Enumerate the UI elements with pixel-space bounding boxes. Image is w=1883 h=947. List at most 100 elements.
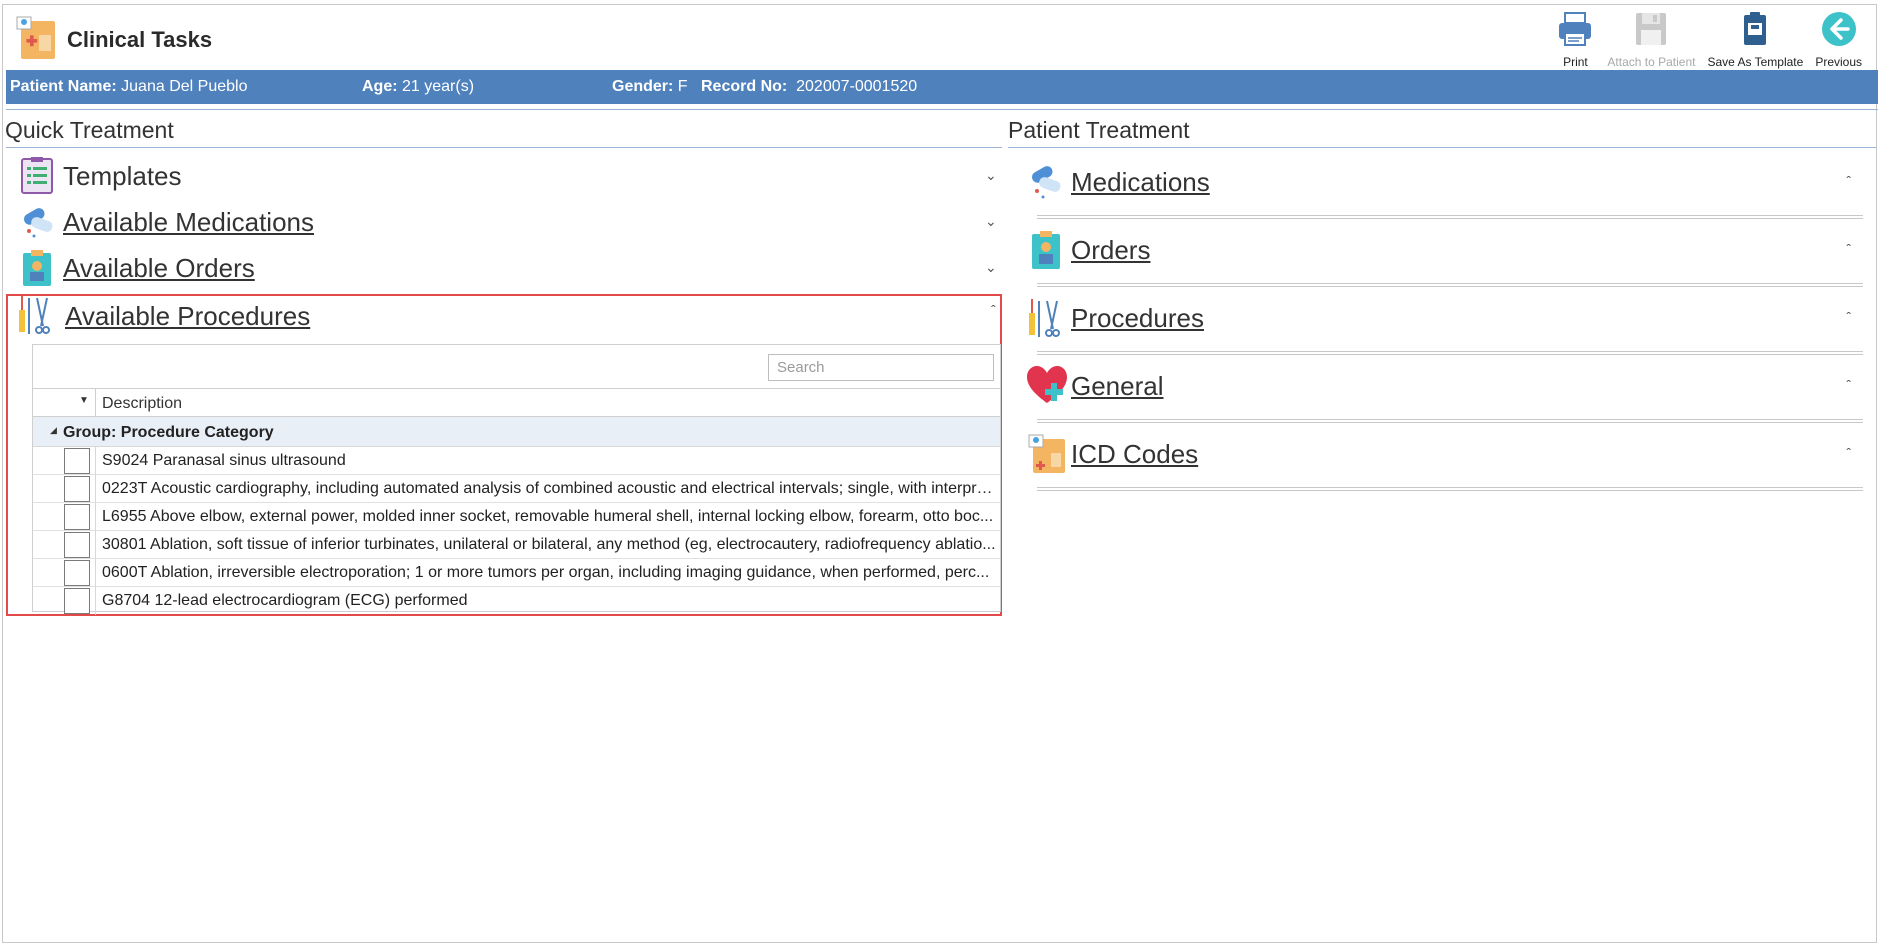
row-checkbox[interactable] xyxy=(64,448,90,474)
save-as-template-button[interactable]: Save As Template xyxy=(1701,9,1809,69)
available-medications-link[interactable]: Available Medications xyxy=(63,207,314,238)
divider xyxy=(95,559,96,587)
available-orders-link[interactable]: Available Orders xyxy=(63,253,255,284)
patient-treatment-title: Patient Treatment xyxy=(1008,117,1190,143)
app-header: Clinical Tasks Print Attach to Patient S… xyxy=(3,5,1876,69)
surgical-tools-icon xyxy=(19,296,50,334)
divider xyxy=(1037,351,1863,355)
patient-info-bar: Patient Name: Juana Del Pueblo Age: 21 y… xyxy=(6,70,1878,104)
attach-to-patient-button[interactable]: Attach to Patient xyxy=(1601,9,1701,69)
grid-search-row xyxy=(33,345,1000,389)
grid-column-header: ▼ Description xyxy=(33,389,1000,417)
icd-codes-section[interactable]: ICD Codes ˆ xyxy=(1027,429,1863,497)
divider xyxy=(95,587,96,615)
search-input[interactable] xyxy=(768,354,994,381)
general-link[interactable]: General xyxy=(1071,371,1164,402)
orders-section[interactable]: Orders ˆ xyxy=(1027,225,1863,293)
medications-section[interactable]: Medications ˆ xyxy=(1027,157,1863,225)
chevron-up-icon[interactable]: ˆ xyxy=(1846,173,1851,189)
procedure-description: 0223T Acoustic cardiography, including a… xyxy=(102,480,997,497)
chevron-down-icon[interactable]: ⌄ xyxy=(985,213,997,230)
table-row[interactable]: L6955 Above elbow, external power, molde… xyxy=(33,503,1000,531)
table-row[interactable]: G8704 12-lead electrocardiogram (ECG) pe… xyxy=(33,587,1000,615)
description-column-header[interactable]: Description xyxy=(102,395,182,413)
orders-clipboard-icon xyxy=(1032,231,1060,269)
procedures-section[interactable]: Procedures ˆ xyxy=(1027,293,1863,361)
divider xyxy=(95,389,96,417)
procedure-description: S9024 Paranasal sinus ultrasound xyxy=(102,452,346,469)
chevron-up-icon[interactable]: ˆ xyxy=(991,302,996,318)
available-procedures-link[interactable]: Available Procedures xyxy=(65,301,310,332)
app-title: Clinical Tasks xyxy=(67,27,213,52)
procedure-description: L6955 Above elbow, external power, molde… xyxy=(102,508,994,525)
chevron-down-icon[interactable]: ⌄ xyxy=(985,259,997,276)
available-procedures-panel: Available Procedures ˆ ▼ Description ◢ G… xyxy=(6,294,1002,616)
quick-treatment-title: Quick Treatment xyxy=(5,117,174,143)
divider xyxy=(1037,215,1863,219)
save-template-label: Save As Template xyxy=(1707,55,1804,69)
icd-folder-icon xyxy=(1028,434,1065,473)
available-medications-section[interactable]: Available Medications ⌄ xyxy=(19,201,999,241)
divider xyxy=(6,147,1002,148)
general-section[interactable]: General ˆ xyxy=(1027,361,1863,429)
group-row[interactable]: ◢ Group: Procedure Category xyxy=(33,417,1000,447)
icd-codes-link[interactable]: ICD Codes xyxy=(1071,439,1198,470)
row-checkbox[interactable] xyxy=(64,588,90,614)
available-orders-section[interactable]: Available Orders ⌄ xyxy=(19,247,999,287)
divider xyxy=(6,109,1878,110)
table-row[interactable]: 30801 Ablation, soft tissue of inferior … xyxy=(33,531,1000,559)
surgical-tools-icon xyxy=(1029,299,1060,337)
previous-button[interactable]: Previous xyxy=(1809,9,1868,69)
save-disk-icon xyxy=(1636,13,1667,45)
pills-icon xyxy=(1031,166,1061,199)
print-button[interactable]: Print xyxy=(1549,9,1601,69)
divider xyxy=(95,531,96,559)
procedure-description: 0600T Ablation, irreversible electropora… xyxy=(102,564,990,581)
procedure-description: G8704 12-lead electrocardiogram (ECG) pe… xyxy=(102,592,468,609)
divider xyxy=(1037,283,1863,287)
caret-down-icon[interactable]: ▼ xyxy=(79,395,89,406)
clipboard-list-icon xyxy=(21,157,53,194)
printer-icon xyxy=(1559,12,1592,46)
divider xyxy=(95,475,96,503)
chevron-up-icon[interactable]: ˆ xyxy=(1846,241,1851,257)
procedure-description: 30801 Ablation, soft tissue of inferior … xyxy=(102,536,996,553)
chevron-down-icon[interactable]: ⌄ xyxy=(985,167,997,184)
previous-label: Previous xyxy=(1815,55,1862,69)
patient-gender: Gender: F xyxy=(612,78,688,95)
divider xyxy=(95,503,96,531)
divider xyxy=(1008,147,1876,148)
table-row[interactable]: 0600T Ablation, irreversible electropora… xyxy=(33,559,1000,587)
divider xyxy=(1037,487,1863,491)
table-row[interactable]: S9024 Paranasal sinus ultrasound xyxy=(33,447,1000,475)
clinical-folder-icon xyxy=(16,16,55,59)
procedures-link[interactable]: Procedures xyxy=(1071,303,1204,334)
template-clipboard-icon xyxy=(1744,12,1767,45)
toolbar: Print Attach to Patient Save As Template… xyxy=(1549,9,1868,69)
patient-age: Age: 21 year(s) xyxy=(362,78,475,95)
pills-icon xyxy=(23,208,53,238)
group-label: Group: Procedure Category xyxy=(63,424,274,441)
collapse-triangle-icon[interactable]: ◢ xyxy=(50,425,57,436)
print-label: Print xyxy=(1563,55,1588,69)
chevron-up-icon[interactable]: ˆ xyxy=(1846,309,1851,325)
row-checkbox[interactable] xyxy=(64,532,90,558)
chevron-up-icon[interactable]: ˆ xyxy=(1846,445,1851,461)
row-checkbox[interactable] xyxy=(64,504,90,530)
heart-plus-icon xyxy=(1027,366,1067,403)
templates-label: Templates xyxy=(63,161,182,191)
patient-record-no: Record No: 202007-0001520 xyxy=(701,78,918,95)
patient-name: Patient Name: Juana Del Pueblo xyxy=(10,78,248,95)
templates-section[interactable]: Templates ⌄ xyxy=(19,155,999,195)
attach-label: Attach to Patient xyxy=(1607,55,1696,69)
table-row[interactable]: 0223T Acoustic cardiography, including a… xyxy=(33,475,1000,503)
orders-clipboard-icon xyxy=(23,250,51,286)
orders-link[interactable]: Orders xyxy=(1071,235,1150,266)
divider xyxy=(95,447,96,475)
row-checkbox[interactable] xyxy=(64,476,90,502)
medications-link[interactable]: Medications xyxy=(1071,167,1210,198)
divider xyxy=(1037,419,1863,423)
clinical-tasks-window: Clinical Tasks Print Attach to Patient S… xyxy=(2,4,1878,943)
row-checkbox[interactable] xyxy=(64,560,90,586)
chevron-up-icon[interactable]: ˆ xyxy=(1846,377,1851,393)
